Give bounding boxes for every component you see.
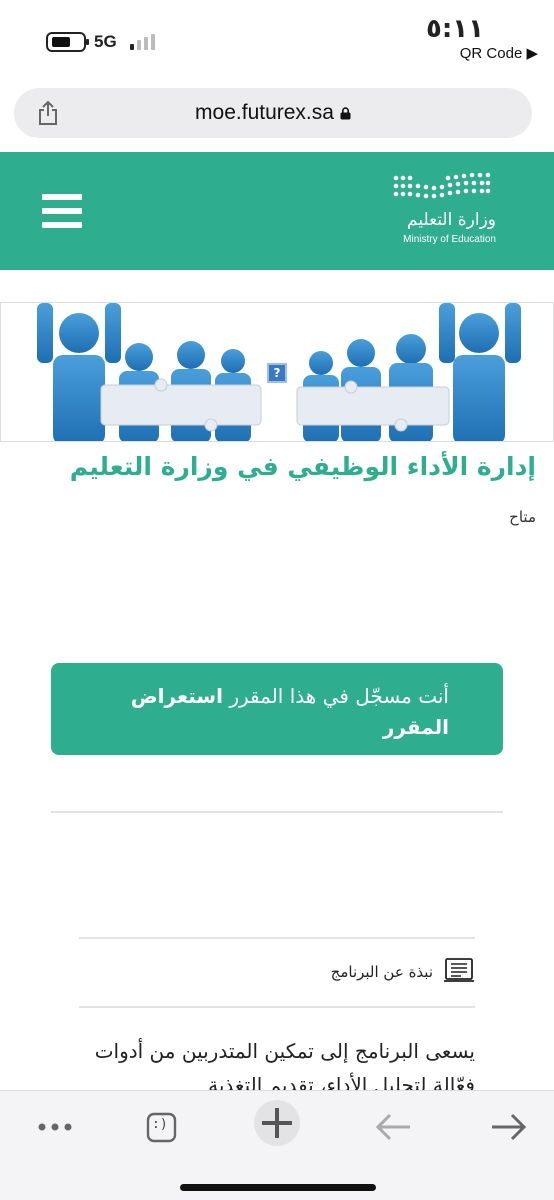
about-program-label: نبذة عن البرنامج	[330, 963, 433, 981]
document-list-icon	[444, 958, 474, 982]
course-banner-image: ?	[0, 302, 554, 442]
signal-icon	[130, 34, 160, 50]
logo-dots-icon	[393, 172, 491, 199]
divider	[79, 1006, 475, 1008]
address-bar[interactable]: moe.futurex.sa	[14, 88, 532, 138]
divider	[51, 811, 503, 813]
back-to-app-link[interactable]: QR Code ▶	[460, 44, 538, 62]
logo-english-text: Ministry of Education	[403, 234, 496, 245]
battery-icon	[46, 32, 89, 52]
enrollment-text: أنت مسجّل في هذا المقرر	[229, 684, 449, 708]
about-program-header[interactable]: نبذة عن البرنامج	[79, 955, 475, 995]
divider	[79, 937, 475, 939]
status-bar: 5G ٥:١١ QR Code ▶	[0, 0, 554, 80]
back-icon[interactable]	[372, 1105, 416, 1149]
enrollment-notice: أنت مسجّل في هذا المقرر استعراض المقرر	[51, 663, 503, 755]
more-icon[interactable]	[33, 1105, 77, 1149]
menu-icon[interactable]	[42, 194, 82, 228]
forward-icon[interactable]	[486, 1105, 530, 1149]
lock-icon	[340, 107, 351, 120]
broken-image-icon: ?	[267, 363, 287, 383]
tabs-count: :)	[152, 1117, 168, 1132]
course-title: إدارة الأداء الوظيفي في وزارة التعليم	[69, 452, 536, 481]
url-domain: moe.futurex.sa	[195, 101, 334, 124]
ministry-logo[interactable]: وزارة التعليم Ministry of Education	[388, 172, 496, 252]
logo-arabic-text: وزارة التعليم	[407, 210, 496, 230]
availability-status: متاح	[509, 508, 536, 526]
site-header: وزارة التعليم Ministry of Education	[0, 152, 554, 270]
tabs-icon[interactable]: :)	[140, 1105, 184, 1149]
network-type: 5G	[94, 32, 117, 51]
home-indicator[interactable]	[180, 1184, 376, 1191]
new-tab-icon[interactable]	[253, 1099, 301, 1147]
url-text: moe.futurex.sa	[14, 101, 532, 125]
status-time: ٥:١١	[425, 14, 484, 44]
